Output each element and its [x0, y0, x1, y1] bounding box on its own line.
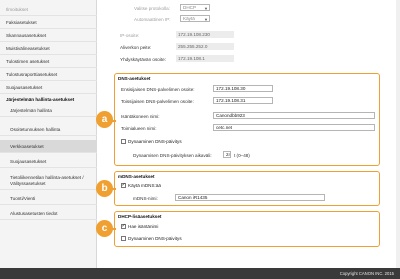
- dns-interval-unit: t (0–48): [234, 153, 250, 158]
- ip-address-field: 172.19.108.230: [176, 31, 234, 38]
- protocol-label: Valitse protokolla:: [134, 6, 170, 11]
- sidebar-item-network-settings[interactable]: Verkkoasetukset: [0, 140, 97, 153]
- dhcp-dynamic-dns-label: Dynaaminen DNS-päivitys: [128, 236, 182, 241]
- sidebar-section-system-management: Järjestelmän hallinta-asetukset: [0, 95, 97, 104]
- sidebar-item-security[interactable]: Suojausasetukset: [0, 81, 97, 94]
- sidebar: Ilmoitukset Faksiasetukset Skannausasetu…: [0, 0, 97, 279]
- sidebar-item-label: Tulostusraporttiasetukset: [6, 71, 58, 77]
- acquire-hostname-label: Hae isäntänimi: [128, 224, 159, 229]
- sidebar-item-printer[interactable]: Tulostimen asetukset: [0, 55, 97, 68]
- sidebar-item-label: Muistivälineasetukset: [6, 45, 50, 51]
- auto-ip-value: Käytä: [183, 16, 195, 21]
- subnet-mask-field: 255.255.252.0: [176, 43, 234, 50]
- sidebar-item-import-export[interactable]: Tuonti/Vienti: [0, 192, 97, 205]
- sidebar-item-scan[interactable]: Skannausasetukset: [0, 29, 97, 42]
- sidebar-item-fax[interactable]: Faksiasetukset: [0, 16, 97, 29]
- callout-badge-b: b: [96, 180, 113, 197]
- sidebar-item-label: Suojausasetukset: [6, 84, 43, 90]
- subnet-mask-label: Aliverkon peite:: [120, 45, 152, 50]
- protocol-select[interactable]: DHCP ▼: [180, 4, 210, 11]
- sidebar-item-label: Tulostimen asetukset: [6, 58, 50, 64]
- dhcp-dynamic-dns-checkbox[interactable]: [121, 236, 126, 241]
- auto-ip-label: Automaattinen IP:: [134, 17, 171, 22]
- scrollbar[interactable]: [396, 0, 400, 268]
- use-mdns-checkbox[interactable]: [121, 182, 126, 188]
- sidebar-item-label: Tuonti/Vienti: [10, 195, 36, 201]
- ip-address-label: IP-osoite:: [120, 33, 140, 38]
- dns-settings-title: DNS-asetukset: [118, 76, 151, 81]
- sidebar-item-label: Järjestelmän hallinta: [10, 107, 52, 113]
- mdns-settings-title: mDNS-asetukset: [118, 174, 155, 179]
- use-mdns-label: Käytä mDNS:ää: [128, 183, 161, 188]
- sidebar-item-label: Ilmoitukset: [6, 6, 28, 12]
- sidebar-item-label: Osoitetunnuksen hallinta: [10, 126, 61, 132]
- dhcp-options-panel: DHCP-lisäasetukset Hae isäntänimi Dynaam…: [114, 211, 380, 247]
- acquire-hostname-checkbox[interactable]: [121, 223, 126, 229]
- sidebar-item-label: Suojausasetukset: [10, 158, 47, 164]
- dns-settings-panel: DNS-asetukset Ensisijaisen DNS-palvelime…: [114, 73, 380, 166]
- chevron-down-icon: ▼: [204, 17, 208, 22]
- dns-interval-label: Dynaamisen DNS-päivityksen aikaväli:: [133, 153, 212, 158]
- sidebar-item-system-management[interactable]: Järjestelmän hallinta: [0, 104, 97, 117]
- primary-dns-input[interactable]: 172.19.108.30: [213, 85, 273, 92]
- copyright-text: Copyright CANON INC. 2015: [339, 271, 394, 276]
- gateway-field: 172.19.108.1: [176, 55, 234, 62]
- sidebar-item-label: Skannausasetukset: [6, 32, 47, 38]
- sidebar-item-initialization-info[interactable]: Alustusasetusten tiedot: [0, 207, 97, 220]
- auto-ip-select[interactable]: Käytä ▼: [180, 15, 210, 22]
- chevron-down-icon: ▼: [204, 6, 208, 11]
- sidebar-item-address-id-management[interactable]: Osoitetunnuksen hallinta: [0, 123, 97, 136]
- host-name-input[interactable]: Canondbb923: [213, 112, 375, 119]
- sidebar-section-label: Järjestelmän hallinta-asetukset: [6, 97, 75, 102]
- sidebar-item-label: Verkkoasetukset: [10, 143, 44, 149]
- mdns-settings-panel: mDNS-asetukset Käytä mDNS:ää mDNS-nimi: …: [114, 171, 380, 206]
- footer: Copyright CANON INC. 2015: [0, 268, 400, 279]
- primary-dns-label: Ensisijaisen DNS-palvelimen osoite:: [121, 87, 195, 92]
- dynamic-dns-checkbox[interactable]: [121, 139, 126, 144]
- sidebar-item-label: Faksiasetukset: [6, 19, 37, 25]
- gateway-label: Yhdyskäytävän osoite:: [120, 57, 166, 62]
- domain-name-label: Toimialueen nimi:: [121, 126, 157, 131]
- sidebar-item-notifications[interactable]: Ilmoitukset: [0, 3, 97, 16]
- secondary-dns-label: Toissijaisen DNS-palvelimen osoite:: [121, 99, 194, 104]
- sidebar-item-print-report[interactable]: Tulostusraporttiasetukset: [0, 68, 97, 81]
- host-name-label: Isäntäkoneen nimi:: [121, 114, 160, 119]
- domain-name-input[interactable]: cetc.net: [213, 124, 375, 131]
- dhcp-options-title: DHCP-lisäasetukset: [118, 214, 162, 219]
- sidebar-item-memory-media[interactable]: Muistivälineasetukset: [0, 42, 97, 55]
- mdns-name-label: mDNS-nimi:: [133, 196, 158, 201]
- sidebar-item-label: Alustusasetusten tiedot: [10, 210, 58, 216]
- sidebar-item-label: Tietoliikennetilan hallinta-asetukset / …: [10, 174, 84, 186]
- callout-badge-c: c: [96, 220, 113, 237]
- protocol-value: DHCP: [183, 5, 197, 10]
- dns-interval-input[interactable]: 24: [223, 151, 231, 158]
- callout-badge-a: a: [96, 111, 113, 128]
- sidebar-item-communication-mode[interactable]: Tietoliikennetilan hallinta-asetukset / …: [0, 172, 97, 190]
- secondary-dns-input[interactable]: 172.19.108.31: [213, 97, 273, 104]
- mdns-name-input[interactable]: Canon iR1435: [175, 194, 325, 201]
- dynamic-dns-label: Dynaaminen DNS-päivitys: [128, 139, 182, 144]
- sidebar-item-security-settings[interactable]: Suojausasetukset: [0, 155, 97, 168]
